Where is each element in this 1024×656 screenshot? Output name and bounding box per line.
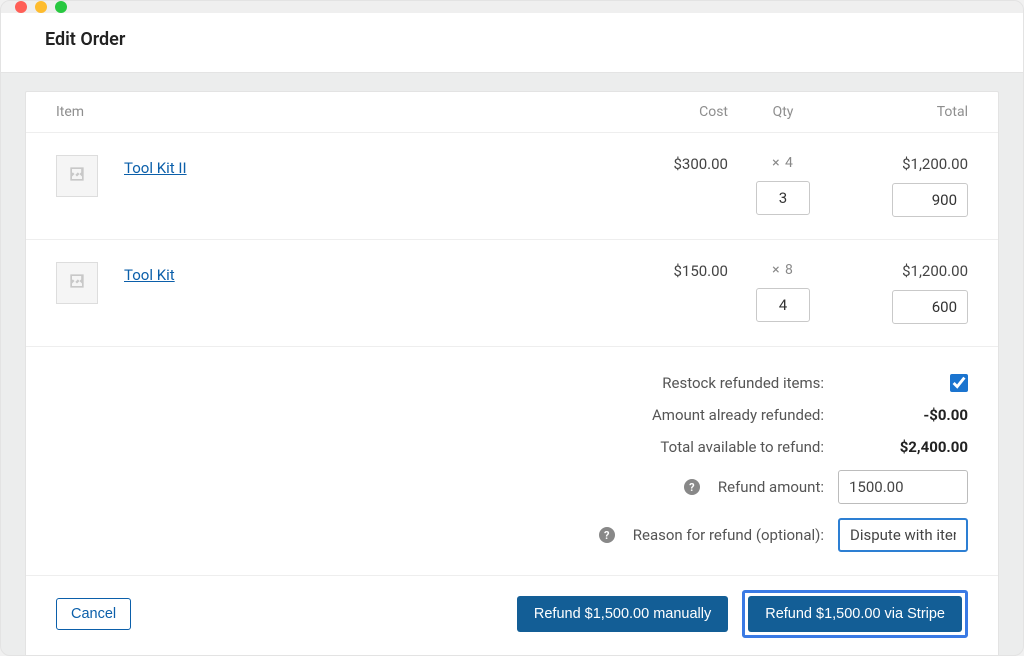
help-icon[interactable]: ? <box>599 527 615 543</box>
product-thumb <box>56 262 98 304</box>
close-icon[interactable] <box>15 1 27 13</box>
refund-reason-label: Reason for refund (optional): <box>633 526 824 544</box>
item-refund-input[interactable] <box>892 183 968 217</box>
table-row: Tool Kit $150.00 × 8 $1,200.00 <box>26 240 998 347</box>
titlebar <box>1 1 1023 13</box>
item-cost: $150.00 <box>618 262 728 280</box>
table-row: Tool Kit II $300.00 × 4 $1,200.00 <box>26 133 998 240</box>
already-refunded-value: -$0.00 <box>838 406 968 424</box>
minimize-icon[interactable] <box>35 1 47 13</box>
order-items-card: Item Cost Qty Total Tool Kit II $300.00 <box>25 91 999 656</box>
item-qty-label: × 4 <box>772 155 794 171</box>
available-refund-label: Total available to refund: <box>660 438 824 456</box>
col-item: Item <box>56 104 618 120</box>
already-refunded-label: Amount already refunded: <box>652 406 824 424</box>
item-total: $1,200.00 <box>902 262 968 280</box>
content: Item Cost Qty Total Tool Kit II $300.00 <box>1 73 1023 656</box>
refund-reason-input[interactable] <box>838 518 968 552</box>
item-qty-input[interactable] <box>756 181 810 215</box>
refund-summary: Restock refunded items: Amount already r… <box>26 347 998 569</box>
image-icon <box>67 271 87 295</box>
window: Edit Order Item Cost Qty Total Tool Kit … <box>0 0 1024 656</box>
help-icon[interactable]: ? <box>684 479 700 495</box>
maximize-icon[interactable] <box>55 1 67 13</box>
table-header: Item Cost Qty Total <box>26 92 998 133</box>
image-icon <box>67 164 87 188</box>
highlight-frame: Refund $1,500.00 via Stripe <box>742 590 968 638</box>
restock-checkbox[interactable] <box>950 374 968 392</box>
refund-amount-input[interactable] <box>838 470 968 504</box>
item-qty-input[interactable] <box>756 288 810 322</box>
product-link[interactable]: Tool Kit II <box>124 155 187 177</box>
page-title: Edit Order <box>1 13 1023 73</box>
footer: Cancel Refund $1,500.00 manually Refund … <box>26 575 998 656</box>
item-cost: $300.00 <box>618 155 728 173</box>
item-refund-input[interactable] <box>892 290 968 324</box>
col-total: Total <box>838 104 968 120</box>
restock-label: Restock refunded items: <box>662 374 824 392</box>
refund-stripe-button[interactable]: Refund $1,500.00 via Stripe <box>748 596 962 632</box>
col-qty: Qty <box>728 104 838 120</box>
product-thumb <box>56 155 98 197</box>
refund-amount-label: Refund amount: <box>718 478 824 496</box>
item-qty-label: × 8 <box>772 262 794 278</box>
refund-manual-button[interactable]: Refund $1,500.00 manually <box>517 596 728 632</box>
available-refund-value: $2,400.00 <box>838 438 968 456</box>
cancel-button[interactable]: Cancel <box>56 598 131 630</box>
product-link[interactable]: Tool Kit <box>124 262 175 284</box>
item-total: $1,200.00 <box>902 155 968 173</box>
col-cost: Cost <box>618 104 728 120</box>
